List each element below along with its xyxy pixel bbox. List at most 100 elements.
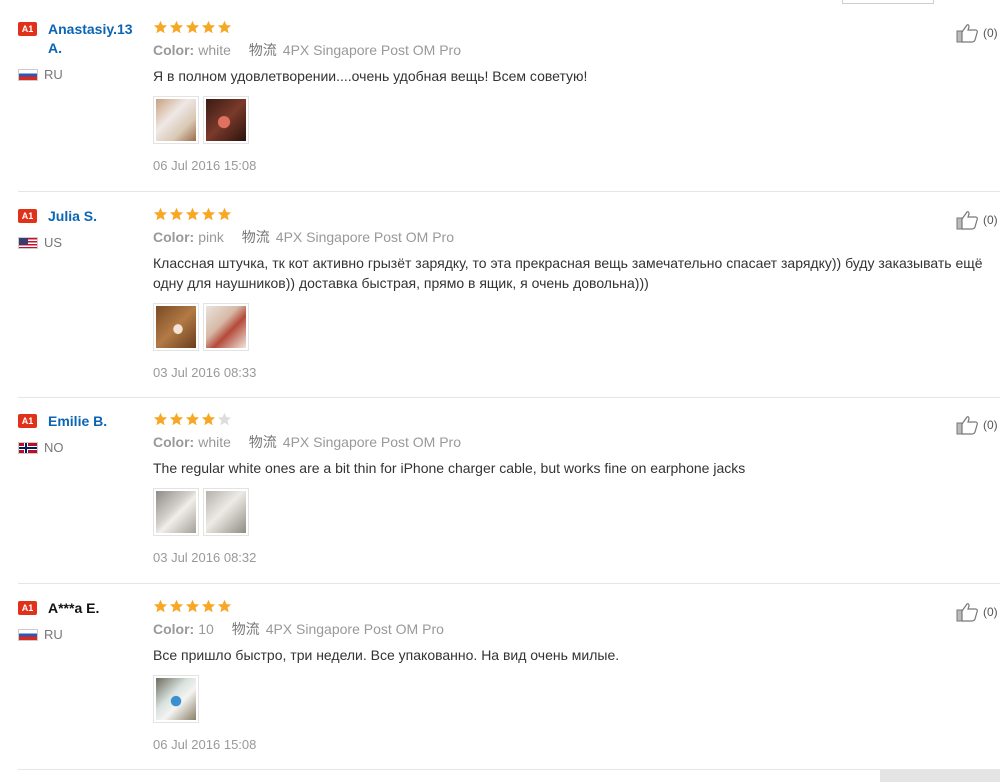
shipping-method: 4PX Singapore Post OM Pro bbox=[275, 229, 454, 245]
option-label: Color: bbox=[153, 434, 195, 450]
buyer-level-badge: A1 bbox=[18, 209, 37, 223]
review-item: A1 Julia S. US Color: pink 物流 4PX Singapor… bbox=[0, 207, 1000, 392]
review-date: 03 Jul 2016 08:32 bbox=[153, 550, 257, 565]
star-filled-icon bbox=[185, 412, 200, 427]
helpful-count: (0) bbox=[983, 213, 998, 227]
reviewer-info: A1 A***a E. RU bbox=[18, 599, 148, 642]
review-text: Все пришло быстро, три недели. Все упако… bbox=[153, 647, 620, 663]
helpful-count: (0) bbox=[983, 418, 998, 432]
country-code: RU bbox=[44, 67, 63, 82]
reviewer-country: RU bbox=[18, 68, 63, 82]
review-item: A1 Anastasiy.13 A. RU Color: white 物流 4PX … bbox=[0, 20, 1000, 190]
star-filled-icon bbox=[153, 20, 168, 35]
review-date: 03 Jul 2016 08:33 bbox=[153, 365, 257, 380]
thumbs-up-icon bbox=[956, 24, 978, 43]
buyer-level-badge: A1 bbox=[18, 414, 37, 428]
logistics-icon: 物流 bbox=[248, 42, 277, 58]
option-value: pink bbox=[198, 229, 224, 245]
country-code: NO bbox=[44, 440, 64, 455]
star-filled-icon bbox=[201, 207, 216, 222]
reviewer-name: A***a E. bbox=[48, 600, 100, 616]
logistics-icon: 物流 bbox=[248, 434, 277, 450]
reviewer-country: NO bbox=[18, 441, 64, 455]
russia-flag-icon bbox=[18, 69, 38, 81]
reviewer-info: A1 Emilie B. NO bbox=[18, 412, 148, 455]
helpful-count: (0) bbox=[983, 26, 998, 40]
review-photos bbox=[153, 488, 940, 536]
star-filled-icon bbox=[185, 599, 200, 614]
horizontal-scrollbar-thumb[interactable] bbox=[880, 770, 1000, 782]
option-label: Color: bbox=[153, 229, 195, 245]
reviewer-name[interactable]: Julia S. bbox=[48, 207, 148, 226]
star-filled-icon bbox=[217, 599, 232, 614]
option-label: Color: bbox=[153, 42, 195, 58]
reviewer-name[interactable]: Anastasiy.13 A. bbox=[48, 20, 148, 58]
reviewer-info: A1 Anastasiy.13 A. RU bbox=[18, 20, 148, 82]
review-photo-thumbnail[interactable] bbox=[203, 488, 249, 536]
review-photo-thumbnail[interactable] bbox=[153, 675, 199, 723]
star-filled-icon bbox=[185, 207, 200, 222]
star-filled-icon bbox=[185, 20, 200, 35]
review-photos bbox=[153, 96, 940, 144]
buyer-level-badge: A1 bbox=[18, 22, 37, 36]
option-value: white bbox=[198, 42, 231, 58]
review-divider bbox=[18, 397, 1000, 398]
helpful-button[interactable]: (0) bbox=[956, 415, 1000, 435]
norway-flag-icon bbox=[18, 442, 38, 454]
star-rating bbox=[153, 207, 940, 223]
review-item: A1 A***a E. RU Color: 10 物流 4PX Singapore … bbox=[0, 599, 1000, 764]
star-filled-icon bbox=[217, 20, 232, 35]
star-filled-icon bbox=[201, 20, 216, 35]
helpful-count: (0) bbox=[983, 605, 998, 619]
thumbs-up-icon bbox=[956, 603, 978, 622]
star-filled-icon bbox=[201, 599, 216, 614]
star-filled-icon bbox=[169, 207, 184, 222]
helpful-button[interactable]: (0) bbox=[956, 23, 1000, 43]
star-filled-icon bbox=[153, 207, 168, 222]
review-photo-thumbnail[interactable] bbox=[203, 303, 249, 351]
star-empty-icon bbox=[217, 412, 232, 427]
thumbs-up-icon bbox=[956, 211, 978, 230]
star-filled-icon bbox=[153, 412, 168, 427]
star-filled-icon bbox=[169, 20, 184, 35]
star-filled-icon bbox=[153, 599, 168, 614]
logistics-icon: 物流 bbox=[231, 621, 260, 637]
review-photo-thumbnail[interactable] bbox=[153, 303, 199, 351]
review-photo-thumbnail[interactable] bbox=[203, 96, 249, 144]
country-code: US bbox=[44, 235, 63, 250]
option-value: white bbox=[198, 434, 231, 450]
review-photo-thumbnail[interactable] bbox=[153, 96, 199, 144]
review-date: 06 Jul 2016 15:08 bbox=[153, 158, 257, 173]
country-code: RU bbox=[44, 627, 63, 642]
star-filled-icon bbox=[201, 412, 216, 427]
review-divider bbox=[18, 191, 1000, 192]
reviewer-info: A1 Julia S. US bbox=[18, 207, 148, 250]
review-photo-thumbnail[interactable] bbox=[153, 488, 199, 536]
top-input-edge[interactable] bbox=[842, 0, 934, 4]
star-rating bbox=[153, 599, 940, 615]
shipping-method: 4PX Singapore Post OM Pro bbox=[282, 42, 461, 58]
shipping-method: 4PX Singapore Post OM Pro bbox=[265, 621, 444, 637]
reviewer-country: RU bbox=[18, 628, 63, 642]
shipping-method: 4PX Singapore Post OM Pro bbox=[282, 434, 461, 450]
review-text: Я в полном удовлетворении....очень удобн… bbox=[153, 68, 588, 84]
review-photos bbox=[153, 303, 940, 351]
star-filled-icon bbox=[169, 412, 184, 427]
buyer-level-badge: A1 bbox=[18, 601, 37, 615]
review-date: 06 Jul 2016 15:08 bbox=[153, 737, 257, 752]
reviewer-name[interactable]: Emilie B. bbox=[48, 412, 148, 431]
review-divider bbox=[18, 583, 1000, 584]
usa-flag-icon bbox=[18, 237, 38, 249]
thumbs-up-icon bbox=[956, 416, 978, 435]
helpful-button[interactable]: (0) bbox=[956, 602, 1000, 622]
option-value: 10 bbox=[198, 621, 214, 637]
option-label: Color: bbox=[153, 621, 195, 637]
review-text: Классная штучка, тк кот активно грызёт з… bbox=[153, 255, 983, 291]
order-info: Color: 10 物流 4PX Singapore Post OM Pro bbox=[153, 620, 940, 638]
star-filled-icon bbox=[217, 207, 232, 222]
helpful-button[interactable]: (0) bbox=[956, 210, 1000, 230]
order-info: Color: white 物流 4PX Singapore Post OM Pro bbox=[153, 433, 940, 451]
order-info: Color: white 物流 4PX Singapore Post OM Pro bbox=[153, 41, 940, 59]
star-filled-icon bbox=[169, 599, 184, 614]
logistics-icon: 物流 bbox=[241, 229, 270, 245]
